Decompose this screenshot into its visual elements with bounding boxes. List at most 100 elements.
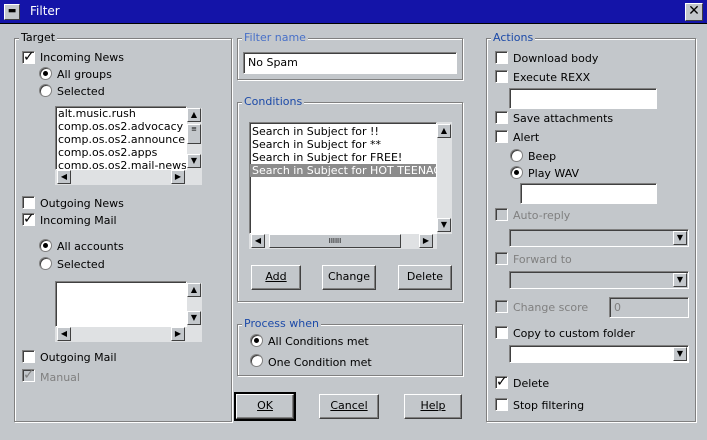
help-button[interactable]: Help: [404, 394, 462, 419]
selected-accounts-label: Selected: [57, 258, 105, 271]
list-item[interactable]: comp.os.os2.announce: [56, 133, 186, 146]
scroll-right-icon[interactable]: ▶: [419, 234, 433, 248]
manual-checkbox: ✓: [22, 367, 35, 383]
copy-to-folder-label: Copy to custom folder: [513, 327, 635, 340]
system-menu-icon[interactable]: ▬: [4, 4, 20, 20]
list-item[interactable]: Search in Subject for FREE!: [250, 151, 436, 164]
all-conditions-radio[interactable]: [250, 334, 263, 347]
selected-groups-label: Selected: [57, 85, 105, 98]
chevron-down-icon: ▼: [673, 273, 687, 287]
auto-reply-label: Auto-reply: [513, 209, 571, 222]
stop-filtering-label: Stop filtering: [513, 399, 585, 412]
newsgroups-list[interactable]: alt.music.rush comp.os.os2.advocacy comp…: [55, 106, 187, 170]
score-input: 0: [609, 297, 689, 318]
auto-reply-checkbox: [495, 208, 508, 221]
scroll-left-icon[interactable]: ◀: [251, 234, 265, 248]
folder-combo[interactable]: ▼: [509, 345, 689, 363]
manual-label: Manual: [40, 371, 80, 384]
scroll-down-icon[interactable]: ▼: [187, 154, 201, 168]
all-accounts-radio[interactable]: [39, 239, 52, 252]
scroll-down-icon[interactable]: ▼: [187, 311, 201, 325]
copy-to-folder-checkbox[interactable]: [495, 326, 508, 339]
outgoing-news-checkbox[interactable]: [22, 196, 35, 209]
title-bar: ▬ Filter ✕: [0, 0, 707, 24]
newsgroups-hscroll[interactable]: ◀ ▶: [55, 170, 202, 185]
scroll-thumb[interactable]: ≡: [187, 124, 201, 144]
download-body-label: Download body: [513, 52, 599, 65]
cancel-button[interactable]: Cancel: [319, 394, 379, 419]
scroll-left-icon[interactable]: ◀: [57, 170, 71, 184]
all-conditions-label: All Conditions met: [268, 335, 369, 348]
chevron-down-icon: ▼: [673, 231, 687, 245]
newsgroups-vscroll[interactable]: ▲ ≡ ▼: [187, 108, 202, 170]
change-score-label: Change score: [513, 301, 589, 314]
filter-name-input[interactable]: No Spam: [243, 52, 457, 74]
stop-filtering-checkbox[interactable]: [495, 398, 508, 411]
execute-rexx-label: Execute REXX: [513, 71, 591, 84]
close-icon[interactable]: ✕: [685, 3, 703, 21]
scroll-right-icon[interactable]: ▶: [171, 170, 185, 184]
incoming-mail-label: Incoming Mail: [40, 214, 117, 227]
list-item[interactable]: comp.os.os2.mail-news: [56, 159, 186, 169]
scroll-up-icon[interactable]: ▲: [187, 108, 201, 122]
list-item[interactable]: comp.os.os2.advocacy: [56, 120, 186, 133]
beep-label: Beep: [528, 150, 557, 163]
process-when-label: Process when: [242, 317, 321, 330]
all-groups-radio[interactable]: [39, 67, 52, 80]
incoming-news-label: Incoming News: [40, 51, 124, 64]
all-groups-label: All groups: [57, 68, 112, 81]
list-item[interactable]: Search in Subject for !!: [250, 125, 436, 138]
scroll-left-icon[interactable]: ◀: [57, 327, 71, 341]
conditions-hscroll[interactable]: ◀ IIIIII ▶: [249, 234, 437, 249]
forward-to-checkbox: [495, 252, 508, 265]
one-condition-radio[interactable]: [250, 354, 263, 367]
outgoing-news-label: Outgoing News: [40, 197, 124, 210]
filter-name-label: Filter name: [242, 31, 308, 44]
play-wav-radio[interactable]: [510, 166, 523, 179]
conditions-label: Conditions: [242, 95, 305, 108]
ok-button[interactable]: OK: [234, 392, 296, 421]
scroll-up-icon[interactable]: ▲: [187, 283, 201, 297]
window-title: Filter: [30, 4, 60, 18]
conditions-vscroll[interactable]: ▲ ▼: [437, 122, 452, 234]
forward-to-combo: ▼: [509, 271, 689, 289]
accounts-vscroll[interactable]: ▲ ▼: [187, 283, 202, 327]
chevron-down-icon[interactable]: ▼: [673, 347, 687, 361]
delete-label: Delete: [513, 377, 550, 390]
outgoing-mail-checkbox[interactable]: [22, 350, 35, 363]
list-item-selected[interactable]: Search in Subject for HOT TEENAGE: [250, 164, 436, 177]
scroll-up-icon[interactable]: ▲: [437, 124, 451, 138]
download-body-checkbox[interactable]: [495, 51, 508, 64]
outgoing-mail-label: Outgoing Mail: [40, 351, 117, 364]
execute-rexx-checkbox[interactable]: [495, 70, 508, 83]
list-item[interactable]: comp.os.os2.apps: [56, 146, 186, 159]
incoming-news-checkbox[interactable]: ✓: [22, 50, 35, 64]
all-accounts-label: All accounts: [57, 240, 124, 253]
save-attachments-checkbox[interactable]: [495, 111, 508, 124]
alert-checkbox[interactable]: [495, 130, 508, 143]
add-condition-button[interactable]: Add: [251, 265, 301, 290]
beep-radio[interactable]: [510, 149, 523, 162]
list-item[interactable]: alt.music.rush: [56, 107, 186, 120]
conditions-list[interactable]: Search in Subject for !! Search in Subje…: [249, 122, 437, 234]
target-label: Target: [19, 31, 58, 44]
delete-condition-button[interactable]: Delete: [398, 265, 452, 290]
auto-reply-combo: ▼: [509, 229, 689, 247]
actions-label: Actions: [491, 31, 536, 44]
change-score-checkbox: [495, 300, 508, 313]
scroll-down-icon[interactable]: ▼: [437, 218, 451, 232]
scroll-right-icon[interactable]: ▶: [171, 327, 185, 341]
change-condition-button[interactable]: Change: [322, 265, 376, 290]
list-item[interactable]: Search in Subject for **: [250, 138, 436, 151]
scroll-thumb[interactable]: IIIIII: [269, 234, 401, 248]
one-condition-label: One Condition met: [268, 356, 372, 369]
accounts-list[interactable]: [55, 281, 187, 327]
incoming-mail-checkbox[interactable]: ✓: [22, 212, 35, 226]
selected-accounts-radio[interactable]: [39, 257, 52, 270]
wav-file-input[interactable]: [520, 183, 657, 204]
rexx-script-input[interactable]: [509, 88, 657, 109]
accounts-hscroll[interactable]: ◀ ▶: [55, 327, 202, 342]
forward-to-label: Forward to: [513, 253, 572, 266]
selected-groups-radio[interactable]: [39, 84, 52, 97]
delete-checkbox[interactable]: ✓: [495, 375, 508, 389]
